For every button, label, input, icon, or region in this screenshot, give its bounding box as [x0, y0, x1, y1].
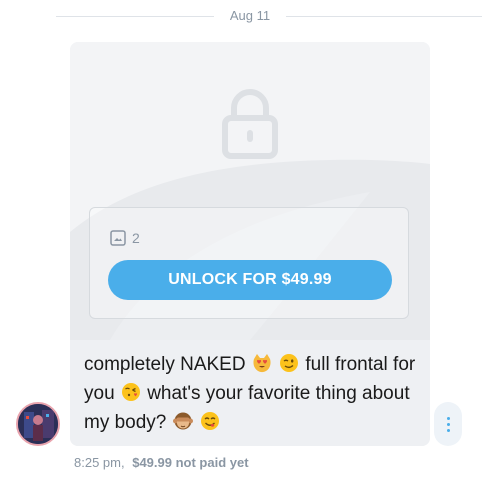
- more-options-icon-dot: [446, 428, 450, 432]
- message-fragment: what's your favorite thing about: [147, 383, 410, 404]
- heart-eyes-cat-emoji: [253, 354, 271, 373]
- payment-status: not paid yet: [175, 455, 249, 470]
- divider-line-right: [286, 16, 482, 17]
- avatar-image: [18, 404, 58, 444]
- face-blowing-kiss-emoji: [121, 383, 140, 401]
- unlock-card: 2 UNLOCK FOR $49.99: [89, 207, 409, 319]
- message-bubble: 2 UNLOCK FOR $49.99 completely NAKED ful…: [70, 42, 430, 446]
- face-savoring-food-emoji: [200, 412, 219, 430]
- message-fragment: completely NAKED: [84, 354, 246, 375]
- message-line-2: you what's your favorite thing about: [84, 379, 416, 408]
- locked-media-preview: 2 UNLOCK FOR $49.99: [70, 42, 430, 340]
- unlock-button[interactable]: UNLOCK FOR $49.99: [108, 260, 392, 300]
- message-fragment: you: [84, 383, 115, 404]
- message-time: 8:25 pm,: [74, 455, 125, 470]
- more-options-icon: [446, 416, 450, 420]
- date-label: Aug 11: [229, 8, 271, 23]
- message-fragment: my body?: [84, 412, 167, 433]
- date-divider: Aug 11: [0, 6, 500, 26]
- media-count-value: 2: [132, 230, 140, 246]
- message-fragment: full frontal for: [305, 354, 416, 375]
- more-options-button[interactable]: [434, 402, 462, 446]
- message-text: completely NAKED full frontal for you wh…: [70, 340, 430, 446]
- divider-line-left: [56, 16, 214, 17]
- winking-face-emoji: [280, 354, 299, 372]
- message-price: $49.99: [132, 455, 172, 470]
- avatar[interactable]: [16, 402, 60, 446]
- see-no-evil-monkey-emoji: [172, 412, 193, 430]
- image-icon: [110, 230, 126, 246]
- message-line-1: completely NAKED full frontal for: [84, 350, 416, 379]
- message-line-3: my body?: [84, 408, 416, 437]
- message-meta: 8:25 pm, $49.99 not paid yet: [74, 455, 249, 470]
- media-count: 2: [110, 230, 140, 246]
- more-options-icon-dot: [446, 422, 450, 426]
- lock-icon: [222, 89, 278, 159]
